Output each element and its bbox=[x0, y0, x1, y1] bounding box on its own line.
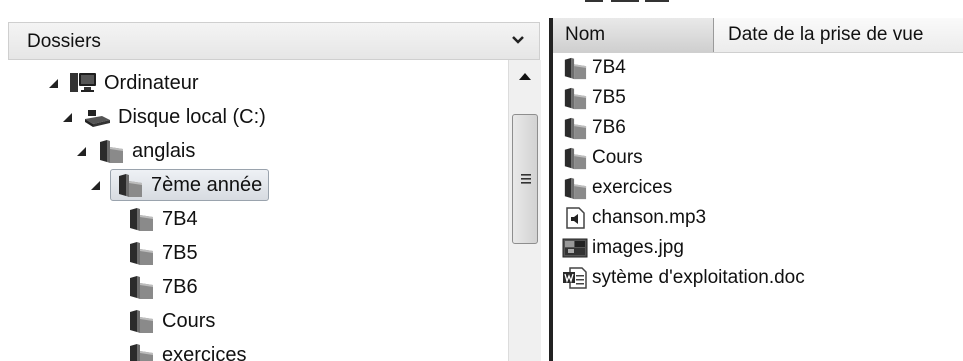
file-item-images-jpg[interactable]: images.jpg bbox=[561, 234, 684, 262]
folder-icon bbox=[561, 146, 589, 170]
file-item-7b5[interactable]: 7B5 bbox=[561, 84, 626, 112]
selected-folder-highlight[interactable]: 7ème année bbox=[110, 169, 270, 201]
file-list-pane: Nom Date de la prise de vue 7B4 7B5 7B6 … bbox=[553, 18, 963, 361]
file-item-systeme-exploitation-doc[interactable]: sytème d'exploitation.doc bbox=[561, 264, 805, 292]
folder-icon bbox=[561, 116, 589, 140]
folder-icon bbox=[126, 308, 156, 334]
file-name: Cours bbox=[592, 147, 643, 168]
tree-item-label: anglais bbox=[132, 139, 196, 162]
audio-file-icon bbox=[561, 206, 589, 230]
top-strip bbox=[0, 0, 963, 18]
tree-item-label: 7B6 bbox=[162, 275, 198, 298]
computer-icon bbox=[68, 70, 98, 96]
folder-icon bbox=[126, 274, 156, 300]
file-name: chanson.mp3 bbox=[592, 207, 707, 228]
image-file-icon bbox=[561, 236, 589, 260]
toolbar-remnant bbox=[585, 0, 675, 6]
file-name: exercices bbox=[592, 177, 673, 198]
word-document-icon bbox=[561, 266, 589, 290]
tree-item-label: 7B4 bbox=[162, 207, 198, 230]
tree-item-label: Ordinateur bbox=[104, 71, 199, 94]
folders-pane-title: Dossiers bbox=[27, 31, 101, 52]
column-header-name[interactable]: Nom bbox=[553, 18, 714, 52]
scroll-grip-icon bbox=[521, 174, 531, 184]
folder-icon bbox=[561, 86, 589, 110]
tree-item-anglais[interactable]: anglais bbox=[74, 136, 195, 166]
tree-item-7b4[interactable]: 7B4 bbox=[126, 204, 198, 234]
folders-pane: Dossiers Ordinateur Disque local (C:) an… bbox=[0, 18, 549, 361]
vertical-scrollbar[interactable] bbox=[508, 60, 541, 361]
tree-item-disque-local[interactable]: Disque local (C:) bbox=[60, 102, 266, 132]
scroll-up-arrow-icon[interactable] bbox=[509, 60, 541, 94]
file-item-7b6[interactable]: 7B6 bbox=[561, 114, 626, 142]
column-headers: Nom Date de la prise de vue bbox=[553, 18, 963, 53]
tree-item-7eme-annee[interactable]: 7ème année bbox=[88, 169, 270, 201]
folder-icon bbox=[126, 342, 156, 361]
expand-arrow-icon[interactable] bbox=[60, 110, 74, 124]
expand-arrow-icon[interactable] bbox=[88, 178, 102, 192]
tree-item-ordinateur[interactable]: Ordinateur bbox=[46, 68, 199, 98]
folder-tree: Ordinateur Disque local (C:) anglais 7èm… bbox=[8, 60, 508, 361]
tree-item-7b6[interactable]: 7B6 bbox=[126, 272, 198, 302]
expand-arrow-icon[interactable] bbox=[74, 144, 88, 158]
tree-item-exercices[interactable]: exercices bbox=[126, 340, 246, 361]
folder-icon bbox=[126, 240, 156, 266]
folder-icon bbox=[561, 56, 589, 80]
file-item-chanson-mp3[interactable]: chanson.mp3 bbox=[561, 204, 706, 232]
scrollbar-thumb[interactable] bbox=[512, 114, 538, 244]
tree-item-label: 7ème année bbox=[151, 173, 263, 196]
tree-item-7b5[interactable]: 7B5 bbox=[126, 238, 198, 268]
folder-icon bbox=[561, 176, 589, 200]
tree-item-label: Cours bbox=[162, 309, 216, 332]
folders-pane-header[interactable]: Dossiers bbox=[8, 22, 540, 60]
expand-arrow-icon[interactable] bbox=[46, 76, 60, 90]
file-item-7b4[interactable]: 7B4 bbox=[561, 54, 626, 82]
file-name: images.jpg bbox=[592, 237, 684, 258]
file-name: sytème d'exploitation.doc bbox=[592, 267, 805, 288]
folder-icon bbox=[126, 206, 156, 232]
column-header-date-taken[interactable]: Date de la prise de vue bbox=[714, 18, 963, 52]
file-name: 7B6 bbox=[592, 117, 626, 138]
tree-item-label: Disque local (C:) bbox=[118, 105, 266, 128]
tree-item-label: 7B5 bbox=[162, 241, 198, 264]
folder-icon bbox=[115, 172, 145, 198]
file-item-exercices[interactable]: exercices bbox=[561, 174, 672, 202]
drive-icon bbox=[82, 104, 112, 130]
chevron-down-icon[interactable] bbox=[509, 31, 527, 49]
file-item-cours[interactable]: Cours bbox=[561, 144, 643, 172]
file-name: 7B4 bbox=[592, 57, 626, 78]
tree-item-cours[interactable]: Cours bbox=[126, 306, 215, 336]
tree-item-label: exercices bbox=[162, 343, 247, 361]
file-name: 7B5 bbox=[592, 87, 626, 108]
folder-icon bbox=[96, 138, 126, 164]
